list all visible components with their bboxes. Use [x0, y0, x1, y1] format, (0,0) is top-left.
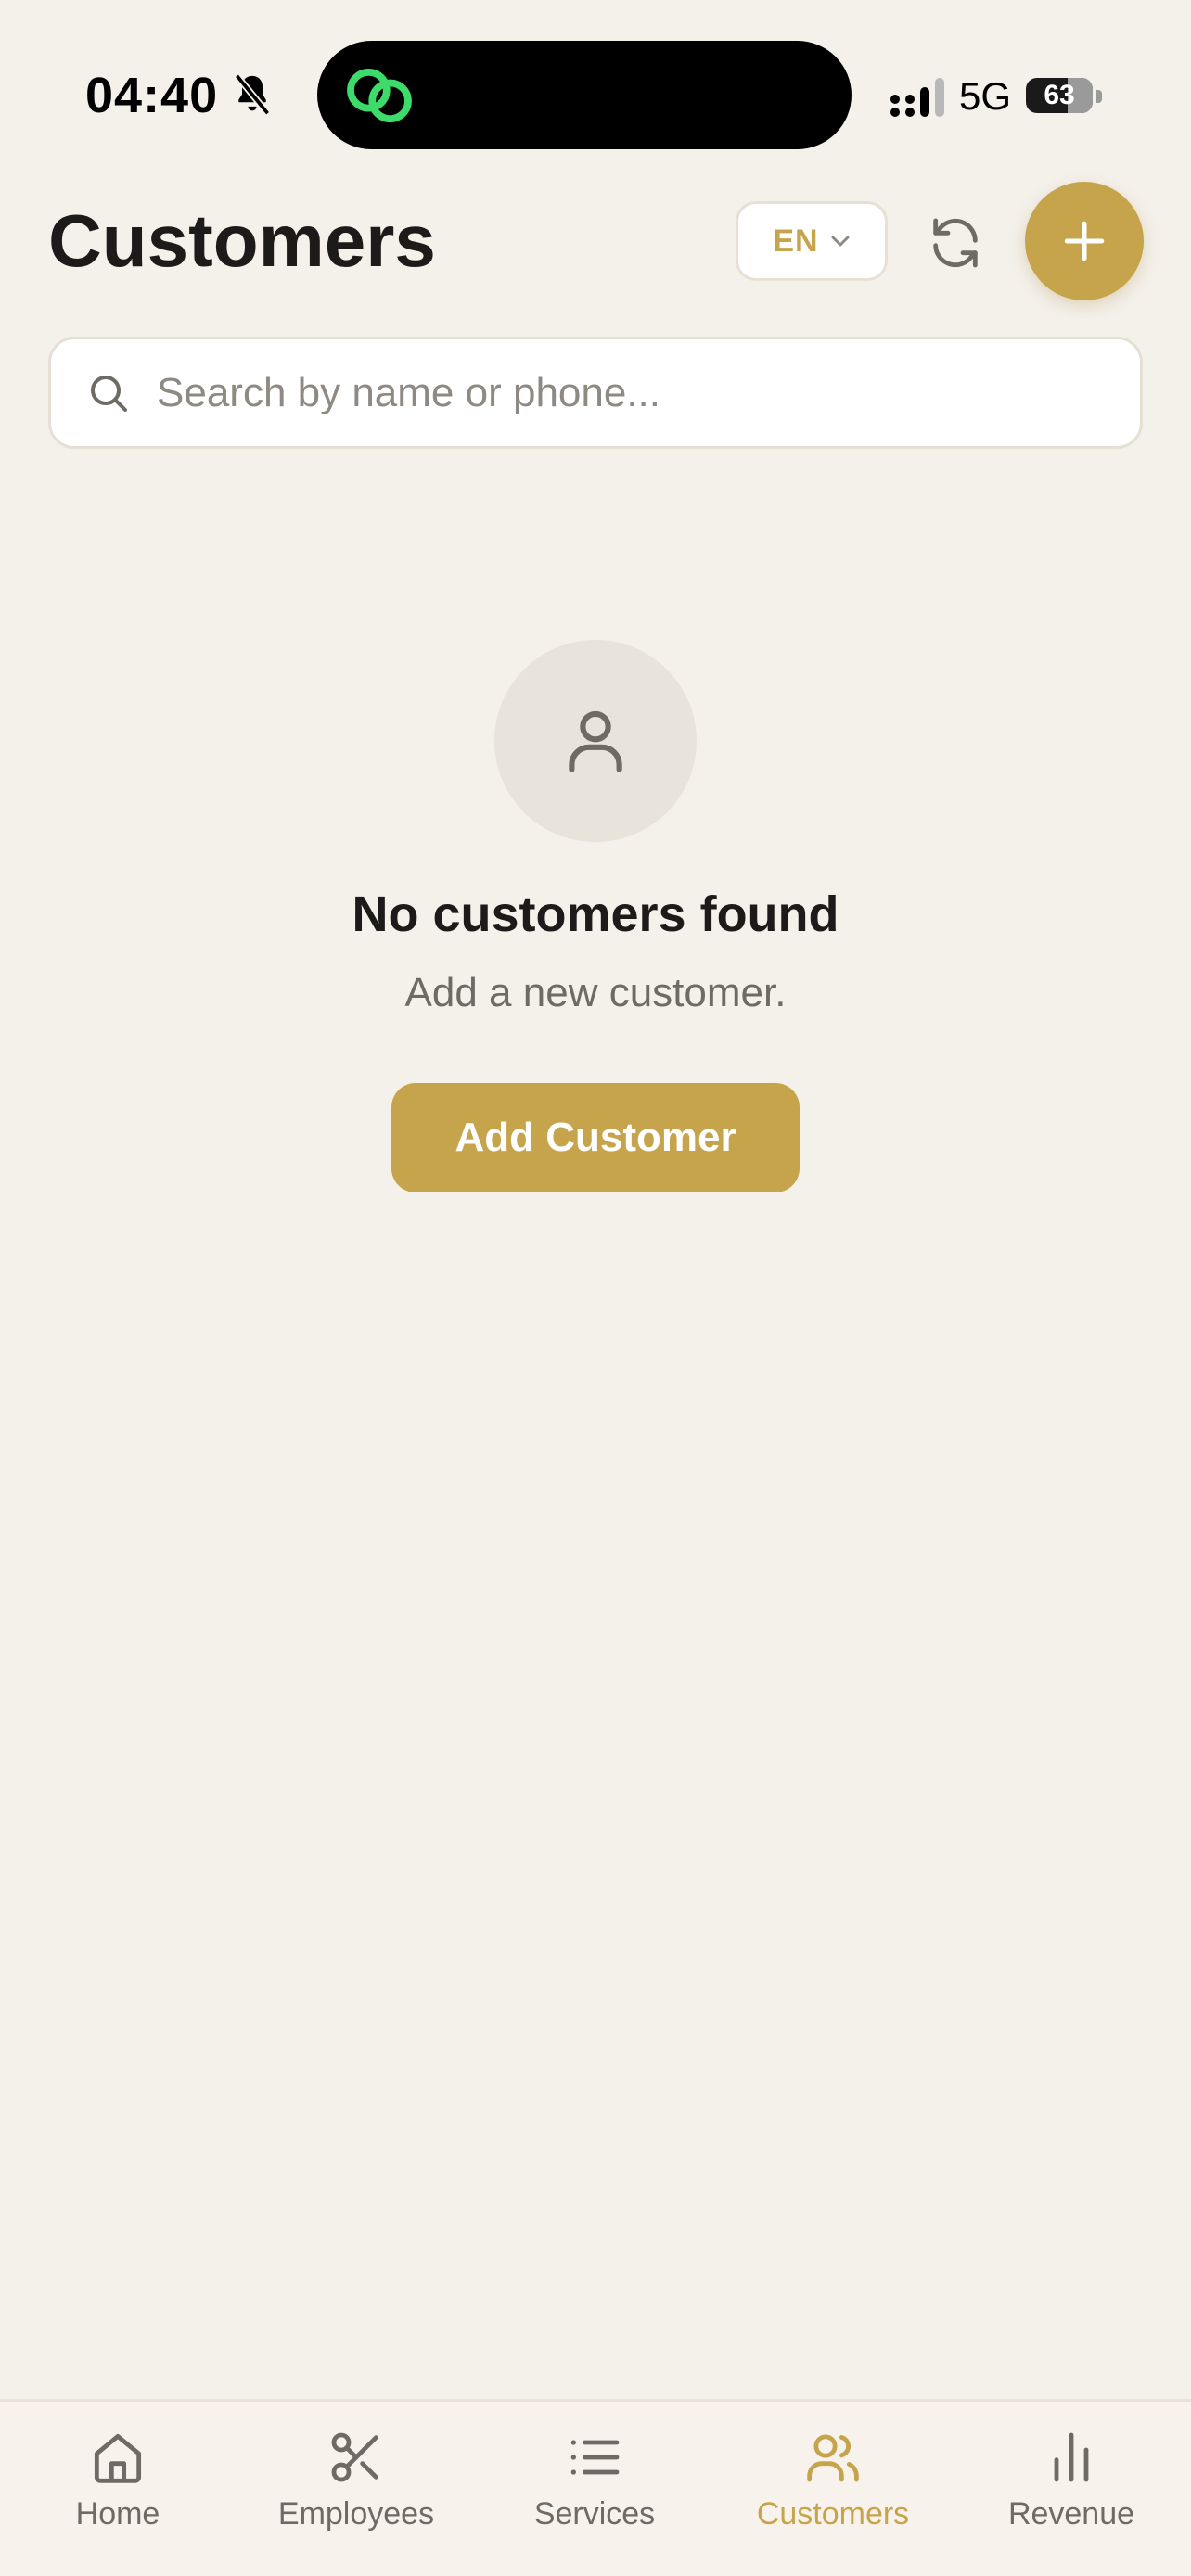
search-icon: [91, 375, 127, 412]
refresh-button[interactable]: [918, 206, 992, 280]
scissors-icon: [331, 2432, 378, 2482]
search-box[interactable]: [48, 337, 1143, 449]
user-icon: [569, 710, 622, 772]
tab-bar: Home Employees Services Customers Revenu…: [0, 2399, 1191, 2576]
tab-home[interactable]: Home: [16, 2428, 220, 2539]
link-icon: [347, 68, 412, 123]
tab-label: Home: [75, 2496, 160, 2531]
tab-services[interactable]: Services: [493, 2428, 697, 2539]
tab-revenue[interactable]: Revenue: [969, 2428, 1173, 2539]
list-icon: [570, 2440, 620, 2475]
status-bar: 04:40 5G 63: [0, 0, 1191, 185]
battery-indicator: 63: [1026, 78, 1093, 113]
page-title: Customers: [48, 199, 436, 282]
tab-employees[interactable]: Employees: [254, 2428, 458, 2539]
add-customer-button[interactable]: Add Customer: [391, 1083, 800, 1192]
battery-label: 63: [1044, 80, 1075, 110]
plus-icon: [1064, 221, 1105, 261]
empty-state-subtitle: Add a new customer.: [404, 970, 787, 1015]
search-input[interactable]: [155, 368, 1068, 417]
tab-label: Employees: [277, 2496, 435, 2531]
battery-tip: [1096, 90, 1102, 103]
language-select[interactable]: EN: [736, 201, 888, 281]
tab-customers[interactable]: Customers: [731, 2428, 935, 2539]
network-label: 5G: [959, 74, 1012, 118]
signal-icon: [890, 78, 944, 117]
chevron-down-icon: [831, 236, 850, 247]
refresh-icon: [933, 218, 978, 268]
bell-muted-icon: [234, 73, 271, 116]
language-label: EN: [773, 223, 819, 259]
empty-state-avatar: [494, 640, 697, 842]
tab-label: Services: [533, 2496, 656, 2531]
status-time: 04:40: [85, 68, 219, 123]
tab-label: Revenue: [1007, 2496, 1135, 2531]
dynamic-island: [317, 41, 852, 149]
home-icon: [94, 2433, 142, 2483]
add-customer-fab[interactable]: [1025, 182, 1144, 300]
bar-chart-icon: [1054, 2432, 1089, 2482]
tab-label: Customers: [756, 2496, 910, 2531]
empty-state-title: No customers found: [352, 886, 839, 942]
users-icon: [807, 2434, 859, 2482]
